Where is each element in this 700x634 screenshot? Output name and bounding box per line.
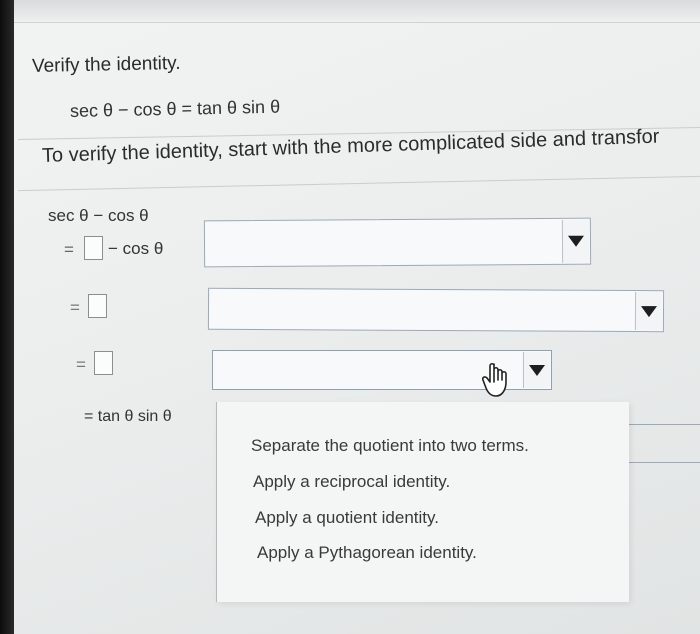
row2-reason-dropdown[interactable] [207,287,665,333]
row1-reason-dropdown[interactable] [203,217,592,268]
row1-answer-box[interactable] [84,236,103,260]
row3-answer-box[interactable] [94,351,113,375]
hand-cursor-icon [482,362,507,397]
reason-options-menu: Separate the quotient into two terms. Ap… [216,402,629,602]
result-expression: = tan θ sin θ [84,408,172,425]
row3-dropdown-button[interactable] [523,352,550,388]
start-expression: sec θ − cos θ [48,206,149,225]
chevron-down-icon [567,235,585,247]
row1-equals: = [64,240,74,259]
row2-dropdown-button[interactable] [634,292,663,331]
row2-equals: = [70,298,80,317]
right-line-2 [626,462,700,463]
identity-equation: sec θ − cos θ = tan θ sin θ [69,96,281,121]
screen: Verify the identity. sec θ − cos θ = tan… [0,0,700,634]
option-quotient-identity[interactable]: Apply a quotient identity. [255,508,439,528]
row1-suffix: − cos θ [108,239,164,258]
chevron-down-icon [640,305,658,317]
question-title: Verify the identity. [31,52,181,77]
option-separate-quotient[interactable]: Separate the quotient into two terms. [251,436,529,456]
divider-bottom [18,175,700,192]
instruction-text: To verify the identity, start with the m… [41,125,660,167]
option-pythagorean-identity[interactable]: Apply a Pythagorean identity. [257,543,477,563]
right-line-1 [626,424,700,425]
top-strip [14,0,700,23]
row3-equals: = [76,355,86,374]
row2-answer-box[interactable] [88,294,107,318]
monitor-bezel [0,0,14,634]
row1-dropdown-button[interactable] [561,219,590,263]
option-reciprocal-identity[interactable]: Apply a reciprocal identity. [253,472,450,492]
chevron-down-icon [529,364,545,376]
